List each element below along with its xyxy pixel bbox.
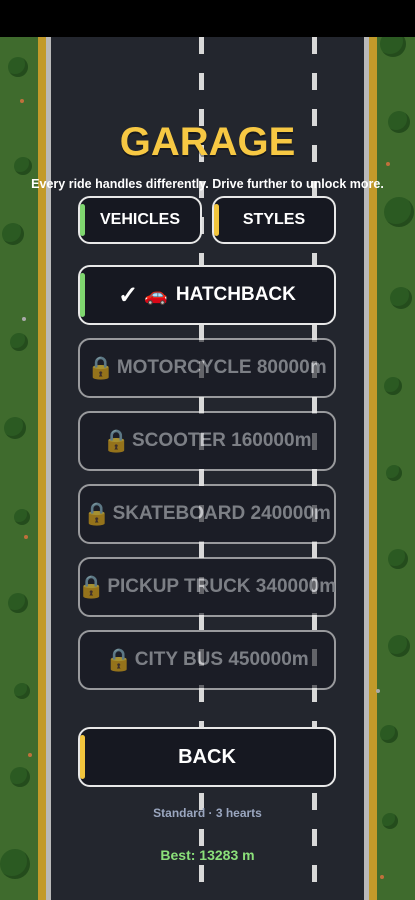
flower [28,753,32,757]
page-subtitle: Every ride handles differently. Drive fu… [31,177,384,191]
lock-icon: 🔒 [87,355,115,380]
mode-info: Standard · 3 hearts [153,806,262,820]
flower [376,689,380,693]
page-title: GARAGE [119,120,296,164]
vehicle-label: SKATEBOARD 240000m [112,503,331,524]
lock-icon: 🔒 [83,501,111,526]
tab-label: VEHICLES [99,211,180,228]
vehicle-hatchback-button[interactable]: ✓ 🚗 HATCHBACK [78,265,336,325]
car-icon: 🚗 [144,285,168,306]
road-shoulder-left [38,37,46,900]
tab-label: STYLES [242,211,306,228]
tab-accent [80,204,85,236]
button-accent [80,735,85,779]
vehicle-label: HATCHBACK [175,284,296,305]
back-label: BACK [178,745,236,768]
vehicle-city-bus-button[interactable]: 🔒 CITY BUS 450000m [78,630,336,690]
tab-styles[interactable]: STYLES [212,196,336,244]
back-button[interactable]: BACK [78,727,336,787]
tab-vehicles[interactable]: VEHICLES [78,196,202,244]
lock-icon: 🔒 [77,574,106,599]
flower [22,317,26,321]
vehicle-label: MOTORCYCLE 80000m [116,357,327,378]
vehicle-skateboard-button[interactable]: 🔒 SKATEBOARD 240000m [78,484,336,544]
selected-accent [80,273,85,317]
vehicle-label: SCOOTER 160000m [131,430,312,451]
bush [2,223,24,245]
bush [14,509,30,525]
flower [380,875,384,879]
vehicle-label: PICKUP TRUCK 340000m [107,576,337,597]
vehicle-scooter-button[interactable]: 🔒 SCOOTER 160000m [78,411,336,471]
bush [4,417,26,439]
bush [390,287,412,309]
vehicle-label: CITY BUS 450000m [134,649,309,670]
bush [8,57,28,77]
bush [384,377,402,395]
bush [384,197,414,227]
check-icon: ✓ [118,281,139,309]
bush [14,683,30,699]
status-bar [0,0,415,37]
bush [380,725,398,743]
vehicle-motorcycle-button[interactable]: 🔒 MOTORCYCLE 80000m [78,338,336,398]
bush [388,635,410,657]
lock-icon: 🔒 [102,428,130,453]
bush [388,549,408,569]
flower [24,535,28,539]
tab-accent [214,204,219,236]
road-shoulder-right [369,37,377,900]
bush [10,767,30,787]
bush [8,593,28,613]
road-edge-right [364,37,369,900]
bush [10,333,28,351]
bush [386,465,402,481]
lock-icon: 🔒 [105,647,133,672]
vehicle-pickup-truck-button[interactable]: 🔒 PICKUP TRUCK 340000m [78,557,336,617]
flower [20,99,24,103]
best-distance: Best: 13283 m [160,847,255,863]
